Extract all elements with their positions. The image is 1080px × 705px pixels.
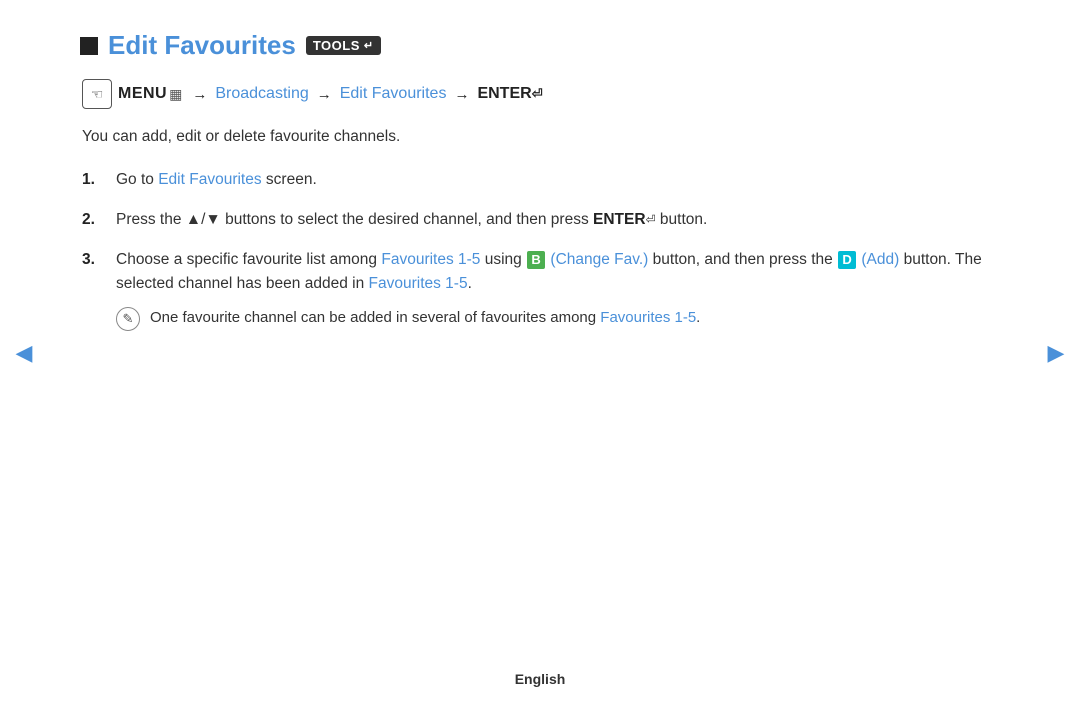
title-row: Edit Favourites TOOLS ↵ <box>80 30 1000 61</box>
step-1: 1. Go to Edit Favourites screen. <box>82 168 1000 192</box>
tools-label: TOOLS <box>313 38 360 53</box>
enter-label: ENTER <box>477 85 531 102</box>
breadcrumb-arrow-2: → <box>317 86 332 103</box>
step-3-link1: Favourites 1-5 <box>381 251 480 268</box>
step-3-number: 3. <box>82 248 104 272</box>
step-3-link3: (Add) <box>861 251 899 268</box>
step-1-text-after: screen. <box>262 171 317 188</box>
step-3-p2-end: . <box>468 275 472 292</box>
title-square-icon <box>80 37 98 55</box>
breadcrumb-row: ☜ MENU ▦ → Broadcasting → Edit Favourite… <box>82 79 1000 109</box>
menu-hand-icon: ☜ <box>91 86 104 103</box>
note-icon: ✎ <box>116 307 140 331</box>
note-text-before: One favourite channel can be added in se… <box>150 309 600 326</box>
step-3-p1-mid: using <box>480 251 526 268</box>
step-3-link2: (Change Fav.) <box>550 251 648 268</box>
note-text-after: . <box>696 309 700 326</box>
footer-language: English <box>515 671 566 687</box>
breadcrumb-broadcasting: Broadcasting <box>215 85 308 103</box>
step-3-p1-end: button, and then press the <box>648 251 837 268</box>
page-container: Edit Favourites TOOLS ↵ ☜ MENU ▦ → Broadc… <box>0 0 1080 705</box>
step-1-content: Go to Edit Favourites screen. <box>116 168 1000 192</box>
breadcrumb-menu: MENU <box>118 85 167 103</box>
enter-icon-2: ⏎ <box>646 213 656 227</box>
step-3-link4: Favourites 1-5 <box>369 275 468 292</box>
note-content: One favourite channel can be added in se… <box>150 306 1000 329</box>
step-3-p1-before: Choose a specific favourite list among <box>116 251 381 268</box>
note-item: ✎ One favourite channel can be added in … <box>116 306 1000 331</box>
step-1-text-before: Go to <box>116 171 158 188</box>
step-1-link: Edit Favourites <box>158 171 261 188</box>
cyan-badge-d: D <box>838 251 856 269</box>
step-3: 3. Choose a specific favourite list amon… <box>82 248 1000 331</box>
note-link: Favourites 1-5 <box>600 309 696 326</box>
breadcrumb-arrow-3: → <box>454 86 469 103</box>
breadcrumb-arrow-1: → <box>192 86 207 103</box>
step-2-number: 2. <box>82 208 104 232</box>
menu-icon-box: ☜ <box>82 79 112 109</box>
description-text: You can add, edit or delete favourite ch… <box>82 125 1000 148</box>
footer: English <box>0 671 1080 687</box>
tools-badge: TOOLS ↵ <box>306 36 381 55</box>
step-3-content: Choose a specific favourite list among F… <box>116 248 1000 331</box>
breadcrumb-edit-favourites: Edit Favourites <box>340 85 447 103</box>
page-title: Edit Favourites <box>108 30 296 61</box>
enter-icon: ⏎ <box>532 86 543 101</box>
steps-list: 1. Go to Edit Favourites screen. 2. Pres… <box>82 168 1000 331</box>
breadcrumb-enter: ENTER⏎ <box>477 85 542 103</box>
step-2-text-before: Press the ▲/▼ buttons to select the desi… <box>116 211 593 228</box>
step-2-content: Press the ▲/▼ buttons to select the desi… <box>116 208 1000 232</box>
nav-arrow-right[interactable] <box>1042 339 1070 367</box>
tools-icon: ↵ <box>364 39 374 52</box>
nav-arrow-left[interactable] <box>10 339 38 367</box>
step-1-number: 1. <box>82 168 104 192</box>
step-2-text-after: button. <box>656 211 708 228</box>
step-2: 2. Press the ▲/▼ buttons to select the d… <box>82 208 1000 232</box>
step-2-bold: ENTER <box>593 211 646 228</box>
green-badge-b: B <box>527 251 545 269</box>
